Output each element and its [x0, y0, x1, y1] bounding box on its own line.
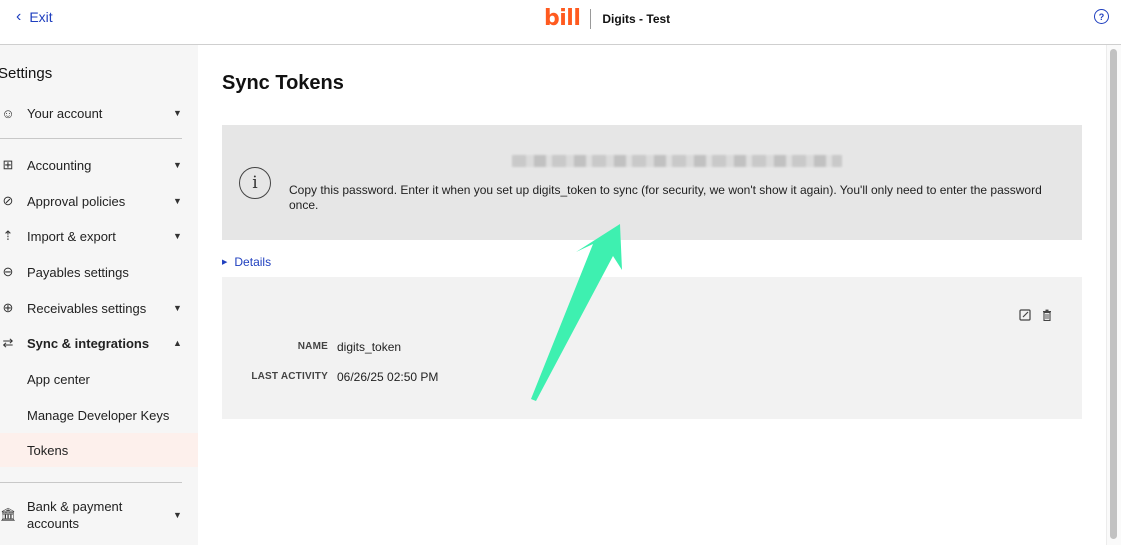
chevron-down-icon: ▼ — [173, 160, 182, 170]
details-toggle[interactable]: ▶ Details — [222, 255, 271, 269]
arrow-out-circle-icon: ⊖ — [2, 264, 14, 279]
chevron-down-icon: ▼ — [173, 303, 182, 313]
last-activity-label: LAST ACTIVITY — [251, 371, 328, 382]
upload-icon: ⇡ — [2, 228, 14, 243]
sidebar-item-payables-settings[interactable]: ⊖ Payables settings — [0, 255, 198, 289]
sidebar-item-receivables-settings[interactable]: ⊕ Receivables settings ▼ — [0, 291, 198, 325]
sidebar-item-your-account[interactable]: ☺ Your account ▼ — [0, 96, 198, 130]
info-icon: i — [239, 167, 271, 199]
bill-logo: bill — [544, 6, 581, 31]
chevron-left-icon: ‹ — [16, 8, 22, 25]
sidebar-item-manage-developer-keys[interactable]: Manage Developer Keys — [0, 398, 198, 432]
token-card: NAME digits_token LAST ACTIVITY 06/26/25… — [222, 277, 1082, 419]
bank-icon: 🏛 — [0, 507, 17, 522]
details-label: Details — [234, 255, 272, 269]
brand-divider — [590, 8, 592, 29]
sidebar-item-approval-policies[interactable]: ⊘ Approval policies ▼ — [0, 184, 198, 218]
info-message: Copy this password. Enter it when you se… — [289, 183, 1042, 212]
sidebar-item-label: Accounting — [27, 157, 92, 173]
chevron-up-icon: ▲ — [173, 338, 182, 348]
sidebar-item-label: Receivables settings — [27, 300, 147, 316]
sidebar-item-label: Approval policies — [27, 193, 126, 209]
chevron-down-icon: ▼ — [173, 108, 182, 118]
brand: bill Digits - Test — [544, 6, 670, 31]
name-label: NAME — [297, 341, 328, 352]
exit-label: Exit — [29, 9, 53, 25]
sidebar-item-accounting[interactable]: ⊞ Accounting ▼ — [0, 148, 198, 182]
settings-sidebar: Settings ☺ Your account ▼ ⊞ Accounting ▼… — [0, 45, 198, 545]
caret-right-icon: ▶ — [222, 259, 228, 266]
password-info-banner: i Copy this password. Enter it when you … — [222, 125, 1082, 240]
chevron-down-icon: ▼ — [173, 196, 182, 206]
help-icon[interactable]: ? — [1094, 9, 1109, 24]
sidebar-item-label: App center — [27, 371, 90, 387]
sidebar-item-app-center[interactable]: App center — [0, 362, 198, 396]
token-name: digits_token — [337, 340, 402, 354]
trash-icon[interactable] — [1041, 309, 1053, 321]
sidebar-item-label: Bank & payment accounts — [27, 499, 123, 531]
account-icon: ☺ — [1, 105, 15, 121]
chevron-down-icon: ▼ — [173, 231, 182, 241]
scrollbar-thumb[interactable] — [1110, 49, 1117, 539]
check-circle-icon: ⊘ — [2, 193, 14, 208]
arrow-in-circle-icon: ⊕ — [2, 300, 14, 315]
sidebar-item-import-export[interactable]: ⇡ Import & export ▼ — [0, 219, 198, 253]
sidebar-item-label: Your account — [27, 105, 103, 121]
blurred-password — [512, 155, 842, 167]
scrollbar[interactable] — [1106, 45, 1121, 545]
sidebar-divider — [0, 138, 182, 139]
exit-button[interactable]: ‹ Exit — [16, 8, 53, 26]
chevron-down-icon: ▼ — [173, 510, 182, 520]
sidebar-item-label: Sync & integrations — [27, 335, 150, 351]
sidebar-item-label: Tokens — [27, 442, 69, 458]
settings-title: Settings — [0, 65, 53, 82]
sidebar-divider — [0, 482, 182, 483]
sidebar-item-bank-payment-accounts[interactable]: 🏛 Bank & payment accounts ▼ — [0, 495, 198, 535]
page-title: Sync Tokens — [222, 72, 344, 94]
edit-icon[interactable] — [1019, 309, 1031, 321]
last-activity-value: 06/26/25 02:50 PM — [337, 370, 439, 384]
top-bar: ‹ Exit bill Digits - Test ? — [0, 0, 1121, 45]
sidebar-item-label: Import & export — [27, 228, 116, 244]
company-name: Digits - Test — [602, 11, 671, 26]
sync-icon: ⇄ — [2, 335, 14, 350]
sidebar-item-label: Payables settings — [27, 264, 129, 280]
sidebar-item-tokens[interactable]: Tokens — [0, 433, 198, 467]
sidebar-item-sync-integrations[interactable]: ⇄ Sync & integrations ▲ — [0, 326, 198, 360]
sidebar-item-label: Manage Developer Keys — [27, 407, 170, 423]
table-icon: ⊞ — [2, 157, 14, 172]
